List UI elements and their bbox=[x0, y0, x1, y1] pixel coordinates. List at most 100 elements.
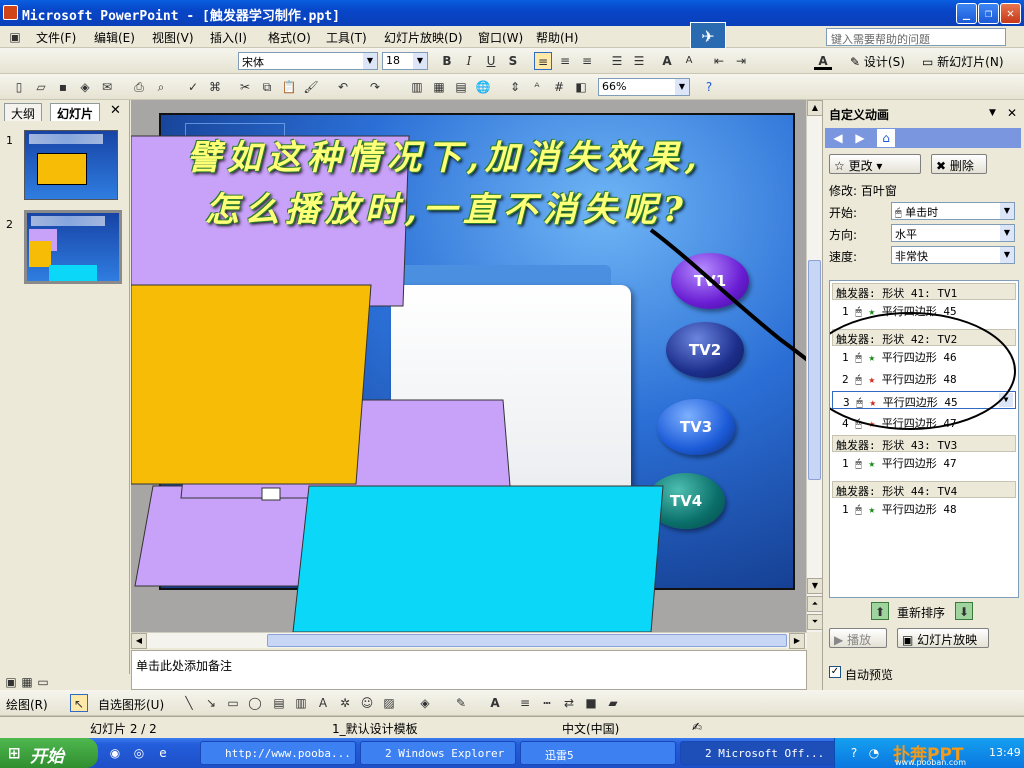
direction-select[interactable]: 水平 ▼ bbox=[891, 224, 1015, 242]
draw-menu-button[interactable]: 绘图(R) bbox=[6, 696, 48, 713]
research-icon[interactable]: ⌘ bbox=[206, 78, 224, 96]
design-button[interactable]: ✎ 设计(S) bbox=[850, 53, 905, 70]
menu-edit[interactable]: 编辑(E) bbox=[94, 29, 135, 46]
bold-button[interactable]: B bbox=[438, 52, 456, 70]
zoom-combo[interactable]: 66% ▼ bbox=[598, 78, 690, 96]
notes-pane[interactable]: 单击此处添加备注 bbox=[131, 650, 807, 690]
next-slide-icon[interactable]: ⏷ bbox=[807, 614, 823, 630]
play-button[interactable]: ▶ 播放 bbox=[829, 628, 887, 648]
decrease-indent-icon[interactable]: ⇤ bbox=[710, 52, 728, 70]
quicklaunch-icon[interactable]: ◉ bbox=[106, 744, 124, 762]
undo-icon[interactable]: ↶ bbox=[334, 78, 352, 96]
help-icon[interactable]: ? bbox=[700, 78, 718, 96]
home-icon[interactable]: ⌂ bbox=[877, 129, 895, 147]
scroll-thumb[interactable] bbox=[267, 634, 787, 647]
color-grayscale-icon[interactable]: ◧ bbox=[572, 78, 590, 96]
hyperlink-marker-icon[interactable] bbox=[261, 487, 281, 501]
line-icon[interactable]: ╲ bbox=[180, 694, 198, 712]
chevron-down-icon[interactable]: ▼ bbox=[363, 53, 377, 69]
menu-window[interactable]: 窗口(W) bbox=[478, 29, 523, 46]
move-up-icon[interactable]: ⬆ bbox=[871, 602, 889, 620]
chevron-down-icon[interactable]: ▼ bbox=[675, 79, 689, 95]
shadow-icon[interactable]: ■ bbox=[582, 694, 600, 712]
move-down-icon[interactable]: ⬇ bbox=[955, 602, 973, 620]
copy-icon[interactable]: ⧉ bbox=[258, 78, 276, 96]
table-icon[interactable]: ▦ bbox=[430, 78, 448, 96]
slideshow-button[interactable]: ▣ 幻灯片放映 bbox=[897, 628, 989, 648]
menu-format[interactable]: 格式(O) bbox=[268, 29, 311, 46]
task-thunder[interactable]: 迅雷5 bbox=[520, 741, 676, 765]
oval-icon[interactable]: ◯ bbox=[246, 694, 264, 712]
scroll-right-icon[interactable]: ▶ bbox=[789, 633, 805, 649]
increase-indent-icon[interactable]: ⇥ bbox=[732, 52, 750, 70]
arrow-style-icon[interactable]: ⇄ bbox=[560, 694, 578, 712]
scroll-thumb[interactable] bbox=[808, 260, 821, 480]
close-icon[interactable]: ✕ bbox=[1007, 106, 1017, 120]
forward-icon[interactable]: ▶ bbox=[851, 129, 869, 147]
align-center-icon[interactable]: ≡ bbox=[556, 52, 574, 70]
dash-style-icon[interactable]: ┅ bbox=[538, 694, 556, 712]
paste-icon[interactable]: 📋 bbox=[280, 78, 298, 96]
chart-icon[interactable]: ▥ bbox=[408, 78, 426, 96]
start-select[interactable]: 🖱 单击时 ▼ bbox=[891, 202, 1015, 220]
show-formatting-icon[interactable]: ᴬ bbox=[528, 78, 546, 96]
clipart-icon[interactable]: ☺ bbox=[358, 694, 376, 712]
3d-icon[interactable]: ▰ bbox=[604, 694, 622, 712]
ie-icon[interactable]: e bbox=[154, 744, 172, 762]
parallelogram-gold[interactable] bbox=[131, 284, 372, 485]
trigger-header[interactable]: 触发器: 形状 44: TV4 bbox=[832, 481, 1016, 498]
change-button[interactable]: ☆ 更改 ▾ bbox=[829, 154, 921, 174]
shadow-button[interactable]: S bbox=[504, 52, 522, 70]
chevron-down-icon[interactable]: ▼ bbox=[1000, 247, 1014, 263]
slide-thumbnail-2[interactable] bbox=[24, 210, 122, 284]
italic-button[interactable]: I bbox=[460, 52, 478, 70]
doc-icon[interactable]: ▣ bbox=[6, 28, 24, 46]
fill-color-icon[interactable]: ◈ bbox=[416, 694, 434, 712]
spelling-icon[interactable]: ✓ bbox=[184, 78, 202, 96]
permission-icon[interactable]: ◈ bbox=[76, 78, 94, 96]
chevron-down-icon[interactable]: ▼ bbox=[989, 108, 996, 118]
menu-file[interactable]: 文件(F) bbox=[36, 29, 76, 46]
prev-slide-icon[interactable]: ⏶ bbox=[807, 596, 823, 612]
align-left-icon[interactable]: ≡ bbox=[534, 52, 552, 70]
wordart-icon[interactable]: A bbox=[314, 694, 332, 712]
picture-icon[interactable]: ▨ bbox=[380, 694, 398, 712]
title-bar[interactable]: Microsoft PowerPoint - [触发器学习制作.ppt] _ ❐… bbox=[0, 0, 1024, 26]
line-style-icon[interactable]: ≡ bbox=[516, 694, 534, 712]
email-icon[interactable]: ✉ bbox=[98, 78, 116, 96]
rectangle-icon[interactable]: ▭ bbox=[224, 694, 242, 712]
scroll-left-icon[interactable]: ◀ bbox=[131, 633, 147, 649]
expand-all-icon[interactable]: ⇕ bbox=[506, 78, 524, 96]
tab-outline[interactable]: 大纲 bbox=[4, 103, 43, 121]
tray-icon[interactable]: ◔ bbox=[865, 744, 883, 762]
scroll-up-icon[interactable]: ▲ bbox=[807, 100, 823, 116]
task-explorer[interactable]: 2 Windows Explorer bbox=[360, 741, 516, 765]
autoshapes-button[interactable]: 自选图形(U) bbox=[98, 696, 164, 713]
help-search-input[interactable]: 键入需要帮助的问题 bbox=[826, 28, 1006, 46]
autopreview-checkbox[interactable]: ✓ bbox=[829, 666, 841, 678]
vertical-textbox-icon[interactable]: ▥ bbox=[292, 694, 310, 712]
save-icon[interactable]: ▪ bbox=[54, 78, 72, 96]
slideshow-view-icon[interactable]: ▭ bbox=[34, 673, 52, 691]
menu-help[interactable]: 帮助(H) bbox=[536, 29, 578, 46]
menu-view[interactable]: 视图(V) bbox=[152, 29, 194, 46]
task-powerpoint[interactable]: 2 Microsoft Off... bbox=[680, 741, 836, 765]
new-slide-button[interactable]: ▭ 新幻灯片(N) bbox=[922, 53, 1004, 70]
bullets-icon[interactable]: ☰ bbox=[630, 52, 648, 70]
spelling-status-icon[interactable]: ✍ bbox=[692, 720, 702, 734]
cut-icon[interactable]: ✂ bbox=[236, 78, 254, 96]
font-color-button[interactable]: A bbox=[814, 52, 832, 70]
menu-insert[interactable]: 插入(I) bbox=[210, 29, 247, 46]
new-icon[interactable]: ▯ bbox=[10, 78, 28, 96]
animation-list[interactable]: 触发器: 形状 41: TV1 1 🖱 ★ 平行四边形 45 触发器: 形状 4… bbox=[829, 280, 1019, 598]
align-right-icon[interactable]: ≡ bbox=[578, 52, 596, 70]
grid-icon[interactable]: # bbox=[550, 78, 568, 96]
back-icon[interactable]: ◀ bbox=[829, 129, 847, 147]
chevron-down-icon[interactable]: ▼ bbox=[413, 53, 427, 69]
grow-font-icon[interactable]: A bbox=[658, 52, 676, 70]
font-color-icon[interactable]: A bbox=[486, 694, 504, 712]
tab-slides[interactable]: 幻灯片 bbox=[50, 103, 101, 121]
quicklaunch-icon[interactable]: ◎ bbox=[130, 744, 148, 762]
minimize-button[interactable]: _ bbox=[956, 3, 977, 24]
help-icon[interactable]: ? bbox=[845, 744, 863, 762]
